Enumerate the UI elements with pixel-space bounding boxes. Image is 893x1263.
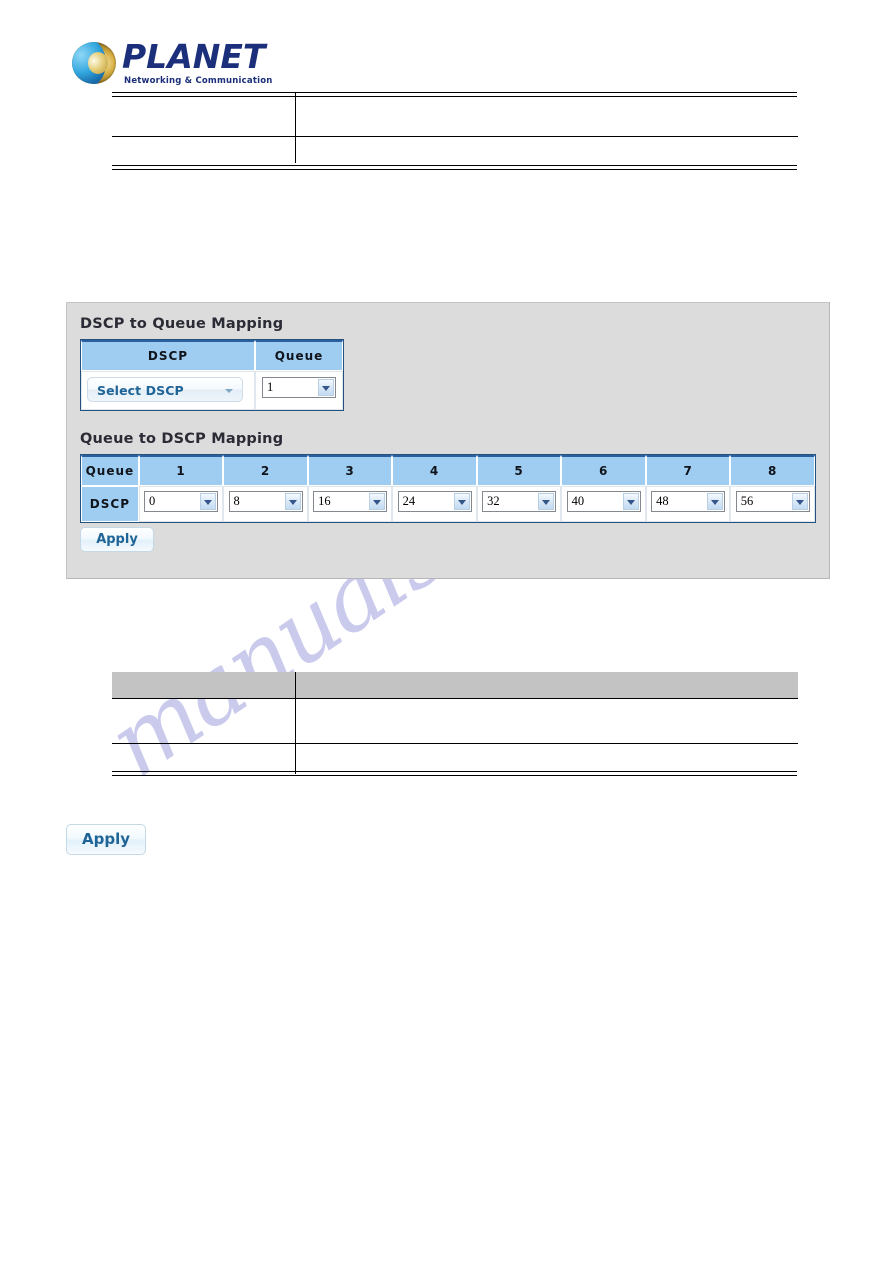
- table-header-row: Queue 1 2 3 4 5 6 7 8: [81, 455, 815, 486]
- dscp-select-queue-2[interactable]: 8: [228, 491, 303, 512]
- page-apply-button[interactable]: Apply: [66, 824, 146, 855]
- column-header-queue-6: 6: [561, 455, 646, 486]
- column-header-dscp: DSCP: [81, 340, 255, 371]
- chevron-down-icon: [538, 493, 555, 510]
- dscp-select-queue-7[interactable]: 48: [651, 491, 726, 512]
- bottom-table-bottom-rule: [112, 771, 797, 776]
- cell-description: [295, 698, 798, 744]
- dscp-select-queue-3[interactable]: 16: [313, 491, 388, 512]
- top-table-bottom-rule: [112, 165, 797, 170]
- dscp-mapping-panel: DSCP to Queue Mapping DSCP Queue Select …: [66, 302, 830, 579]
- dscp-cell-3: 16: [307, 486, 393, 522]
- queue-to-dscp-table: Queue 1 2 3 4 5 6 7 8 DSCP 0 8 16 24 32 …: [80, 454, 816, 523]
- brand-name: PLANET: [122, 37, 266, 76]
- cell-description: [295, 743, 798, 774]
- column-header-queue-7: 7: [645, 455, 731, 486]
- table-row: [112, 698, 798, 744]
- column-header-queue-3: 3: [307, 455, 393, 486]
- header-cell-description: [295, 672, 798, 699]
- chevron-down-icon: [791, 493, 808, 510]
- column-header-queue-1: 1: [138, 455, 224, 486]
- top-parameter-table: [112, 92, 798, 163]
- dscp-select-queue-4[interactable]: 24: [397, 491, 472, 512]
- chevron-down-icon: [622, 493, 639, 510]
- dscp-cell-6: 40: [561, 486, 646, 522]
- chevron-down-icon: [318, 379, 334, 396]
- column-header-queue-4: 4: [392, 455, 477, 486]
- cell-label: [112, 136, 296, 163]
- chevron-down-icon: [453, 493, 470, 510]
- row-header-dscp: DSCP: [81, 486, 139, 522]
- brand-logo: PLANET Networking & Communication: [72, 40, 302, 90]
- queue-select-cell: 1: [255, 371, 343, 410]
- cell-description: [295, 92, 798, 137]
- table-row: DSCP 0 8 16 24 32 40 48 56: [81, 486, 815, 522]
- queue-to-dscp-title: Queue to DSCP Mapping: [80, 431, 284, 447]
- queue-select-dropdown[interactable]: 1: [262, 377, 336, 398]
- dscp-cell-5: 32: [476, 486, 562, 522]
- table-row: Select DSCP 1: [81, 371, 343, 410]
- column-header-queue-5: 5: [476, 455, 562, 486]
- row-header-queue: Queue: [81, 455, 139, 486]
- bottom-parameter-table: [112, 672, 798, 774]
- dscp-to-queue-table: DSCP Queue Select DSCP 1: [80, 339, 344, 411]
- table-row: [112, 92, 798, 137]
- select-dscp-dropdown[interactable]: Select DSCP: [87, 377, 243, 402]
- dscp-cell-2: 8: [223, 486, 308, 522]
- dscp-select-queue-5[interactable]: 32: [482, 491, 557, 512]
- chevron-down-icon: [284, 493, 301, 510]
- dscp-select-queue-8[interactable]: 56: [735, 491, 810, 512]
- dscp-select-cell: Select DSCP: [81, 371, 255, 410]
- brand-tagline: Networking & Communication: [124, 76, 273, 86]
- column-header-queue-8: 8: [730, 455, 815, 486]
- chevron-down-icon: [200, 493, 217, 510]
- table-header-row: [112, 672, 798, 699]
- cell-description: [295, 136, 798, 163]
- chevron-down-icon: [707, 493, 724, 510]
- dscp-cell-4: 24: [392, 486, 477, 522]
- planet-globe-icon: [72, 42, 116, 84]
- cell-label: [112, 92, 296, 137]
- cell-label: [112, 743, 296, 774]
- dscp-cell-7: 48: [645, 486, 731, 522]
- chevron-down-icon: [369, 493, 386, 510]
- apply-button[interactable]: Apply: [80, 527, 154, 552]
- chevron-down-icon: [225, 389, 233, 393]
- dscp-select-queue-6[interactable]: 40: [566, 491, 641, 512]
- table-row: [112, 136, 798, 163]
- dscp-to-queue-title: DSCP to Queue Mapping: [80, 316, 284, 332]
- dscp-cell-1: 0: [138, 486, 224, 522]
- column-header-queue: Queue: [255, 340, 343, 371]
- header-cell-label: [112, 672, 296, 699]
- table-header-row: DSCP Queue: [81, 340, 343, 371]
- dscp-cell-8: 56: [730, 486, 815, 522]
- cell-label: [112, 698, 296, 744]
- select-dscp-value: Select DSCP: [97, 383, 184, 398]
- dscp-select-queue-1[interactable]: 0: [144, 491, 219, 512]
- table-row: [112, 743, 798, 774]
- column-header-queue-2: 2: [223, 455, 308, 486]
